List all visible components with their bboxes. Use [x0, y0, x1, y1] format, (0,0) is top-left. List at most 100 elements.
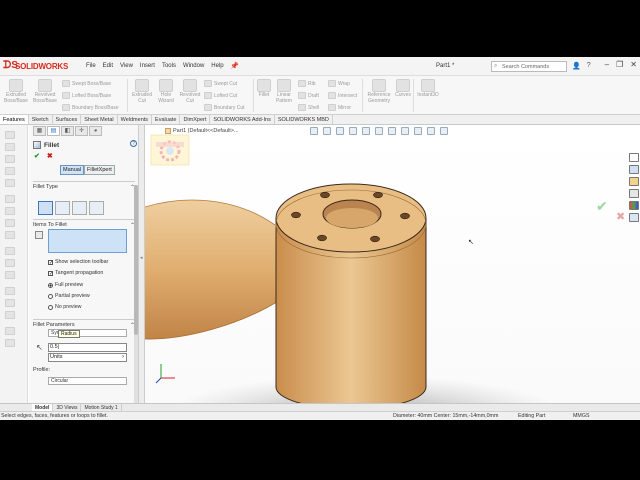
fillet-parameters-section-header[interactable]: Fillet Parameters ⌃	[33, 319, 135, 329]
shell-button[interactable]: Shell	[298, 104, 319, 111]
toolbar-icon[interactable]	[5, 143, 15, 151]
filletxpert-mode-button[interactable]: FilletXpert	[84, 165, 115, 175]
face-fillet-icon[interactable]	[72, 201, 87, 215]
toolbar-icon[interactable]	[5, 195, 15, 203]
status-units[interactable]: MMGS	[573, 413, 589, 419]
help-icon[interactable]: ?	[130, 140, 137, 147]
toolbar-icon[interactable]	[5, 287, 15, 295]
full-preview-radio[interactable]: Full preview	[48, 282, 83, 288]
minimize-icon[interactable]: –	[605, 60, 609, 69]
menu-insert[interactable]: Insert	[140, 63, 155, 69]
wrap-button[interactable]: Wrap	[328, 80, 350, 87]
toolbar-icon[interactable]	[5, 339, 15, 347]
reference-geometry-button[interactable]: Reference Geometry	[365, 79, 393, 104]
toolbar-icon[interactable]	[5, 167, 15, 175]
confirm-cancel-icon[interactable]: ✖	[616, 210, 625, 223]
lofted-cut-button[interactable]: Lofted Cut	[204, 92, 237, 99]
configuration-manager-tab-icon[interactable]: ◧	[61, 126, 74, 136]
tab-solidworks-add-ins[interactable]: SOLIDWORKS Add-Ins	[210, 115, 275, 124]
boundary-boss-button[interactable]: Boundary Boss/Base	[62, 104, 119, 111]
boundary-cut-button[interactable]: Boundary Cut	[204, 104, 245, 111]
menu-tools[interactable]: Tools	[162, 63, 176, 69]
fillet-button[interactable]: Fillet	[255, 79, 273, 99]
revolved-cut-button[interactable]: Revolved Cut	[178, 79, 202, 104]
revolved-boss-button[interactable]: Revolved Boss/Base	[31, 79, 59, 104]
design-library-icon[interactable]	[629, 165, 639, 174]
no-preview-radio[interactable]: No preview	[48, 304, 82, 310]
manual-mode-button[interactable]: Manual	[60, 165, 85, 175]
resources-icon[interactable]	[629, 153, 639, 162]
view-palette-icon[interactable]	[629, 189, 639, 198]
ok-button[interactable]: ✔	[34, 152, 40, 160]
feature-manager-tab-icon[interactable]: ▦	[33, 126, 46, 136]
collapse-arrow-icon[interactable]: ◂	[140, 255, 143, 269]
appearances-icon[interactable]	[629, 201, 639, 210]
tab-sheet-metal[interactable]: Sheet Metal	[81, 115, 118, 124]
constant-size-fillet-icon[interactable]	[38, 201, 53, 215]
close-icon[interactable]: ✕	[630, 60, 637, 69]
search-commands-input[interactable]: ⌕ Search Commands	[491, 61, 567, 72]
property-manager-tab-icon[interactable]: ▤	[47, 126, 60, 136]
toolbar-icon[interactable]	[5, 131, 15, 139]
hole-wizard-button[interactable]: Hole Wizard	[154, 79, 178, 104]
restore-icon[interactable]: ❐	[616, 60, 623, 69]
custom-properties-icon[interactable]	[629, 213, 639, 222]
toolbar-icon[interactable]	[5, 219, 15, 227]
curves-button[interactable]: Curves	[394, 79, 412, 99]
lofted-boss-button[interactable]: Lofted Boss/Base	[62, 92, 111, 99]
variable-size-fillet-icon[interactable]	[55, 201, 70, 215]
fillet-part-model[interactable]	[145, 125, 640, 408]
tab-sketch[interactable]: Sketch	[29, 115, 53, 124]
toolbar-icon[interactable]	[5, 259, 15, 267]
mirror-button[interactable]: Mirror	[328, 104, 351, 111]
partial-preview-radio[interactable]: Partial preview	[48, 293, 90, 299]
tab-weldments[interactable]: Weldments	[118, 115, 153, 124]
toolbar-icon[interactable]	[5, 299, 15, 307]
toolbar-icon[interactable]	[5, 207, 15, 215]
menu-file[interactable]: File	[86, 63, 96, 69]
scrollbar-thumb[interactable]	[134, 185, 138, 335]
toolbar-icon[interactable]	[5, 231, 15, 239]
items-to-fillet-section-header[interactable]: Items To Fillet ⌃	[33, 219, 135, 229]
solidworks-logo[interactable]: ᗪS SOLIDWORKS	[3, 61, 68, 71]
file-explorer-icon[interactable]	[629, 177, 639, 186]
swept-cut-button[interactable]: Swept Cut	[204, 80, 237, 87]
fillet-type-section-header[interactable]: Fillet Type ⌃	[33, 181, 135, 191]
toolbar-icon[interactable]	[5, 271, 15, 279]
tab-surfaces[interactable]: Surfaces	[53, 115, 82, 124]
dimxpert-tab-icon[interactable]: ✛	[75, 126, 88, 136]
rib-button[interactable]: Rib	[298, 80, 316, 87]
show-selection-toolbar-checkbox[interactable]: ✓ Show selection toolbar	[48, 259, 108, 265]
toolbar-icon[interactable]	[5, 311, 15, 319]
tab-solidworks-mbd[interactable]: SOLIDWORKS MBD	[275, 115, 333, 124]
graphics-area[interactable]: Part1 (Default<<Default>... ✔ ✖ ↖	[145, 125, 640, 408]
display-manager-tab-icon[interactable]: ◕	[89, 126, 102, 136]
toolbar-icon[interactable]	[5, 155, 15, 163]
help-icon[interactable]: ?	[587, 62, 591, 70]
pin-menu-icon[interactable]: 📌	[230, 62, 239, 70]
menu-window[interactable]: Window	[183, 63, 204, 69]
tab-model[interactable]: Model	[32, 404, 54, 411]
confirm-ok-icon[interactable]: ✔	[596, 198, 608, 215]
toolbar-icon[interactable]	[5, 247, 15, 255]
instant3d-button[interactable]: Instant3D	[416, 79, 440, 99]
menu-view[interactable]: View	[120, 63, 133, 69]
swept-boss-button[interactable]: Swept Boss/Base	[62, 80, 111, 87]
cancel-button[interactable]: ✖	[47, 152, 53, 160]
menu-help[interactable]: Help	[211, 63, 223, 69]
tab-features[interactable]: Features	[0, 115, 29, 124]
items-to-fillet-selection-box[interactable]	[48, 229, 127, 253]
menu-edit[interactable]: Edit	[103, 63, 113, 69]
tangent-propagation-checkbox[interactable]: ✓ Tangent propagation	[48, 270, 103, 276]
pm-scrollbar[interactable]	[134, 185, 138, 405]
linear-pattern-button[interactable]: Linear Pattern	[273, 79, 295, 104]
user-icon[interactable]: 👤	[572, 62, 581, 70]
tab-3d-views[interactable]: 3D Views	[53, 404, 82, 411]
draft-button[interactable]: Draft	[298, 92, 319, 99]
extruded-boss-button[interactable]: Extruded Boss/Base	[3, 79, 29, 104]
tab-dimxpert[interactable]: DimXpert	[180, 115, 211, 124]
toolbar-icon[interactable]	[5, 179, 15, 187]
tab-evaluate[interactable]: Evaluate	[152, 115, 181, 124]
tab-motion-study-1[interactable]: Motion Study 1	[81, 404, 122, 411]
intersect-button[interactable]: Intersect	[328, 92, 357, 99]
